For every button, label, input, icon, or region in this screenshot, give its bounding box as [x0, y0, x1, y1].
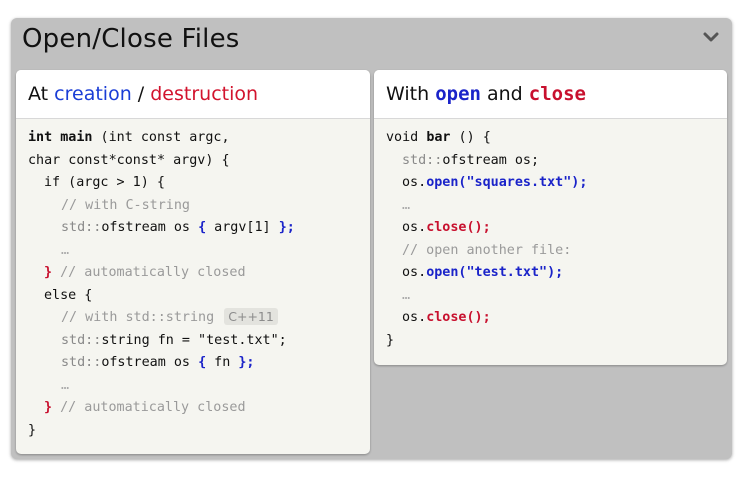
code-line: os.close(); — [402, 310, 491, 325]
heading-open: open — [435, 83, 481, 105]
code-line: os.open("squares.txt"); — [402, 175, 588, 190]
heading-with: With — [386, 83, 430, 105]
code-line: } — [386, 332, 395, 348]
code-line: } // automatically closed — [44, 265, 246, 280]
open-close-card: With open and close void bar () { std::o… — [374, 70, 727, 365]
card-heading: At creation / destruction — [16, 70, 370, 119]
code-line: std::ofstream os; — [402, 152, 540, 168]
panel-title: Open/Close Files — [22, 24, 240, 54]
heading-creation: creation — [54, 83, 132, 105]
heading-destruction: destruction — [150, 83, 259, 105]
heading-close: close — [528, 83, 586, 105]
heading-at: At — [28, 83, 49, 105]
open-close-files-panel: Open/Close Files At creation / destructi… — [11, 18, 732, 459]
code-line: std::string fn = "test.txt"; — [61, 332, 287, 348]
code-line: os.close(); — [402, 220, 491, 235]
card-heading: With open and close — [374, 70, 727, 119]
code-block: void bar () { std::ofstream os; os.open(… — [374, 119, 727, 352]
code-ellipsis: … — [61, 242, 70, 258]
code-line: os.open("test.txt"); — [402, 265, 564, 280]
code-line: char const*const* argv) { — [28, 152, 230, 168]
chevron-down-icon[interactable] — [702, 28, 720, 46]
code-line: std::ofstream os { argv[1] }; — [61, 220, 295, 235]
code-comment: // open another file: — [402, 242, 572, 258]
code-line: } // automatically closed — [44, 400, 246, 415]
code-line: void bar () { — [386, 130, 491, 145]
code-line: else { — [44, 287, 93, 303]
code-ellipsis: … — [402, 197, 411, 213]
code-line: if (argc > 1) { — [44, 175, 165, 190]
code-ellipsis: … — [402, 287, 411, 303]
code-line: int main (int const argc, — [28, 130, 230, 145]
creation-destruction-card: At creation / destruction int main (int … — [16, 70, 370, 454]
heading-and: and — [487, 83, 523, 105]
code-ellipsis: … — [61, 377, 70, 393]
code-line: std::ofstream os { fn }; — [61, 355, 255, 370]
code-line: } — [28, 422, 37, 438]
code-line: // with std::string C++11 — [28, 307, 370, 330]
cpp11-badge: C++11 — [224, 308, 278, 325]
code-comment: // with C-string — [61, 197, 190, 213]
code-block: int main (int const argc, char const*con… — [16, 119, 370, 442]
